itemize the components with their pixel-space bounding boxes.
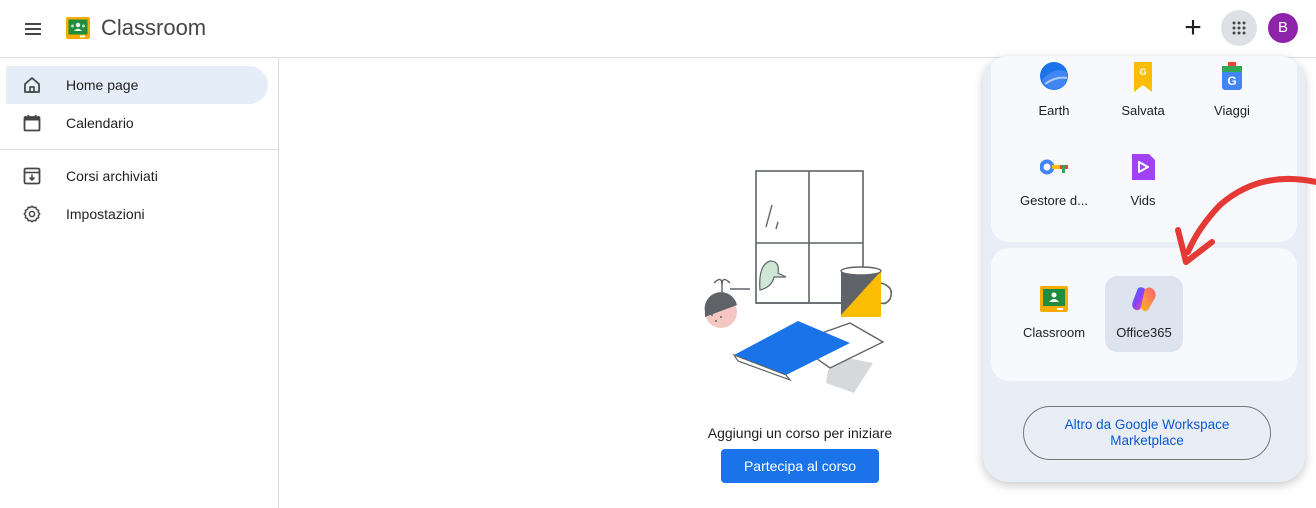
classroom-icon xyxy=(1040,286,1068,312)
join-class-button[interactable]: Partecipa al corso xyxy=(721,449,879,483)
calendar-icon xyxy=(23,115,41,132)
earth-icon xyxy=(1040,62,1068,90)
app-saved[interactable]: G Salvata xyxy=(1104,56,1182,130)
app-vids[interactable]: Vids xyxy=(1104,144,1182,220)
sidebar-item-calendar[interactable]: Calendario xyxy=(6,104,268,142)
apps-grid-icon xyxy=(1232,21,1246,35)
app-title: Classroom xyxy=(101,15,207,40)
plus-icon[interactable]: + xyxy=(1178,11,1208,45)
apps-section-marketplace: Classroom Office365 xyxy=(991,248,1297,381)
app-label: Vids xyxy=(1130,193,1156,208)
app-earth[interactable]: Earth xyxy=(1015,56,1093,130)
empty-state-illustration xyxy=(704,170,893,393)
google-apps-panel: Earth G Salvata G Viaggi Gestore d... Vi… xyxy=(983,56,1305,482)
empty-state-message: Aggiungi un corso per iniziare xyxy=(707,425,893,441)
app-classroom[interactable]: Classroom xyxy=(1015,276,1093,352)
svg-text:G: G xyxy=(1227,74,1236,88)
sidebar-item-home[interactable]: Home page xyxy=(6,66,268,104)
saved-bookmark-icon: G xyxy=(1134,62,1152,92)
app-label: Gestore d... xyxy=(1020,193,1088,208)
app-label: Earth xyxy=(1038,103,1070,118)
sidebar-divider xyxy=(0,149,279,150)
app-office365[interactable]: Office365 xyxy=(1105,276,1183,352)
apps-section-google: Earth G Salvata G Viaggi Gestore d... Vi… xyxy=(991,56,1297,242)
app-password-manager[interactable]: Gestore d... xyxy=(1015,144,1093,220)
app-label: Salvata xyxy=(1121,103,1165,118)
app-label: Classroom xyxy=(1022,325,1086,340)
home-icon xyxy=(24,77,40,93)
marketplace-label-line1: Altro da Google Workspace xyxy=(1064,417,1230,432)
sidebar-item-label: Impostazioni xyxy=(66,206,145,222)
top-app-bar: Classroom + B xyxy=(0,0,1316,58)
sidebar-item-label: Corsi archiviati xyxy=(66,168,158,184)
travel-icon: G xyxy=(1222,62,1242,90)
svg-text:G: G xyxy=(1139,67,1146,77)
hamburger-menu-icon[interactable] xyxy=(18,14,48,44)
classroom-logo-icon xyxy=(66,17,90,39)
settings-icon xyxy=(23,205,41,223)
app-travel[interactable]: G Viaggi xyxy=(1193,56,1271,130)
sidebar: Home page Calendario Corsi archiviati Im… xyxy=(0,58,279,508)
sidebar-item-archived[interactable]: Corsi archiviati xyxy=(6,157,268,195)
password-manager-key-icon xyxy=(1040,159,1068,175)
vids-icon xyxy=(1132,154,1155,180)
avatar[interactable]: B xyxy=(1268,13,1298,43)
sidebar-item-settings[interactable]: Impostazioni xyxy=(6,195,268,233)
sidebar-item-label: Home page xyxy=(66,77,139,93)
workspace-marketplace-button[interactable]: Altro da Google Workspace Marketplace xyxy=(1023,406,1271,460)
office365-icon xyxy=(1132,287,1156,312)
archive-icon xyxy=(23,167,41,185)
apps-grid-button[interactable] xyxy=(1221,10,1257,46)
sidebar-item-label: Calendario xyxy=(66,115,134,131)
marketplace-label-line2: Marketplace xyxy=(1110,433,1184,448)
app-label: Viaggi xyxy=(1214,103,1250,118)
app-label: Office365 xyxy=(1116,325,1172,340)
